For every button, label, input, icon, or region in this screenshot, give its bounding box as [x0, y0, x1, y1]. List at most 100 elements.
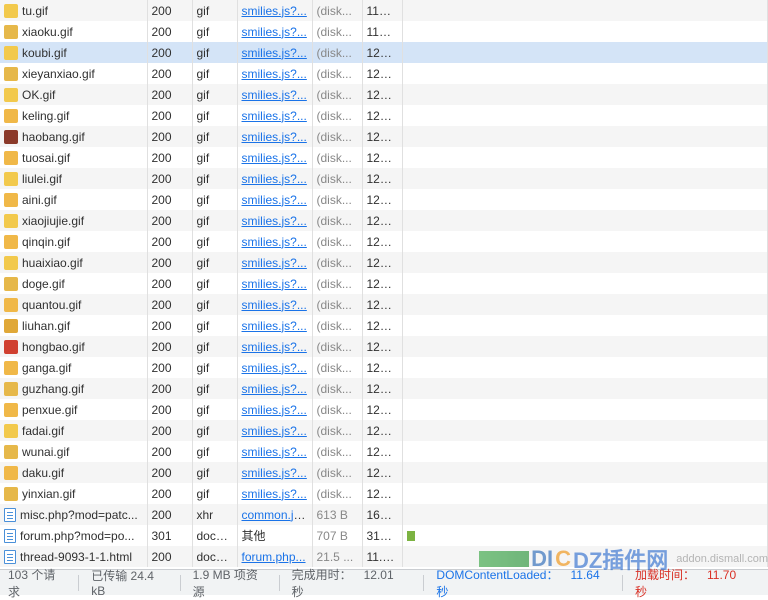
initiator-link[interactable]: smilies.js?...: [242, 340, 307, 354]
cell-initiator[interactable]: smilies.js?...: [237, 168, 312, 189]
table-row[interactable]: aini.gif200gifsmilies.js?...(disk...123 …: [0, 189, 768, 210]
table-row[interactable]: koubi.gif200gifsmilies.js?...(disk...120…: [0, 42, 768, 63]
initiator-link[interactable]: smilies.js?...: [242, 130, 307, 144]
initiator-link[interactable]: smilies.js?...: [242, 298, 307, 312]
cell-initiator[interactable]: smilies.js?...: [237, 210, 312, 231]
cell-initiator[interactable]: smilies.js?...: [237, 420, 312, 441]
table-row[interactable]: tuosai.gif200gifsmilies.js?...(disk...12…: [0, 147, 768, 168]
table-row[interactable]: misc.php?mod=patc...200xhrcommon.js...61…: [0, 504, 768, 525]
initiator-link[interactable]: smilies.js?...: [242, 46, 307, 60]
cell-name[interactable]: haobang.gif: [0, 126, 147, 147]
cell-name[interactable]: huaixiao.gif: [0, 252, 147, 273]
table-row[interactable]: hongbao.gif200gifsmilies.js?...(disk...1…: [0, 336, 768, 357]
cell-initiator[interactable]: smilies.js?...: [237, 42, 312, 63]
cell-name[interactable]: misc.php?mod=patc...: [0, 504, 147, 525]
cell-name[interactable]: koubi.gif: [0, 42, 147, 63]
table-row[interactable]: liuhan.gif200gifsmilies.js?...(disk...12…: [0, 315, 768, 336]
cell-initiator[interactable]: smilies.js?...: [237, 231, 312, 252]
table-row[interactable]: quantou.gif200gifsmilies.js?...(disk...1…: [0, 294, 768, 315]
initiator-link[interactable]: smilies.js?...: [242, 67, 307, 81]
initiator-link[interactable]: smilies.js?...: [242, 466, 307, 480]
table-row[interactable]: thread-9093-1-1.html200docu...forum.php.…: [0, 546, 768, 567]
cell-name[interactable]: keling.gif: [0, 105, 147, 126]
table-row[interactable]: doge.gif200gifsmilies.js?...(disk...124 …: [0, 273, 768, 294]
cell-name[interactable]: OK.gif: [0, 84, 147, 105]
cell-name[interactable]: tuosai.gif: [0, 147, 147, 168]
cell-initiator[interactable]: smilies.js?...: [237, 462, 312, 483]
table-row[interactable]: qinqin.gif200gifsmilies.js?...(disk...12…: [0, 231, 768, 252]
initiator-link[interactable]: smilies.js?...: [242, 4, 307, 18]
cell-name[interactable]: liuhan.gif: [0, 315, 147, 336]
cell-name[interactable]: ganga.gif: [0, 357, 147, 378]
cell-initiator[interactable]: 其他: [237, 525, 312, 546]
cell-initiator[interactable]: smilies.js?...: [237, 483, 312, 504]
cell-initiator[interactable]: smilies.js?...: [237, 273, 312, 294]
initiator-link[interactable]: smilies.js?...: [242, 88, 307, 102]
table-row[interactable]: keling.gif200gifsmilies.js?...(disk...12…: [0, 105, 768, 126]
cell-initiator[interactable]: smilies.js?...: [237, 357, 312, 378]
initiator-link[interactable]: smilies.js?...: [242, 319, 307, 333]
cell-name[interactable]: xiaojiujie.gif: [0, 210, 147, 231]
cell-initiator[interactable]: smilies.js?...: [237, 399, 312, 420]
table-row[interactable]: tu.gif200gifsmilies.js?...(disk...119 ..…: [0, 0, 768, 21]
initiator-link[interactable]: smilies.js?...: [242, 214, 307, 228]
table-row[interactable]: liulei.gif200gifsmilies.js?...(disk...12…: [0, 168, 768, 189]
initiator-link[interactable]: smilies.js?...: [242, 256, 307, 270]
table-row[interactable]: yinxian.gif200gifsmilies.js?...(disk...1…: [0, 483, 768, 504]
table-row[interactable]: xiaoku.gif200gifsmilies.js?...(disk...11…: [0, 21, 768, 42]
cell-name[interactable]: xiaoku.gif: [0, 21, 147, 42]
table-row[interactable]: fadai.gif200gifsmilies.js?...(disk...124…: [0, 420, 768, 441]
table-row[interactable]: wunai.gif200gifsmilies.js?...(disk...124…: [0, 441, 768, 462]
cell-initiator[interactable]: smilies.js?...: [237, 63, 312, 84]
cell-initiator[interactable]: smilies.js?...: [237, 147, 312, 168]
cell-name[interactable]: aini.gif: [0, 189, 147, 210]
initiator-link[interactable]: smilies.js?...: [242, 445, 307, 459]
cell-initiator[interactable]: smilies.js?...: [237, 0, 312, 21]
cell-name[interactable]: penxue.gif: [0, 399, 147, 420]
cell-initiator[interactable]: smilies.js?...: [237, 21, 312, 42]
cell-name[interactable]: thread-9093-1-1.html: [0, 546, 147, 567]
cell-initiator[interactable]: smilies.js?...: [237, 252, 312, 273]
cell-initiator[interactable]: common.js...: [237, 504, 312, 525]
cell-initiator[interactable]: smilies.js?...: [237, 378, 312, 399]
cell-name[interactable]: doge.gif: [0, 273, 147, 294]
cell-name[interactable]: liulei.gif: [0, 168, 147, 189]
initiator-link[interactable]: smilies.js?...: [242, 109, 307, 123]
cell-name[interactable]: qinqin.gif: [0, 231, 147, 252]
table-row[interactable]: huaixiao.gif200gifsmilies.js?...(disk...…: [0, 252, 768, 273]
cell-initiator[interactable]: smilies.js?...: [237, 105, 312, 126]
cell-initiator[interactable]: smilies.js?...: [237, 84, 312, 105]
initiator-link[interactable]: smilies.js?...: [242, 172, 307, 186]
cell-initiator[interactable]: smilies.js?...: [237, 189, 312, 210]
cell-name[interactable]: forum.php?mod=po...: [0, 525, 147, 546]
cell-name[interactable]: hongbao.gif: [0, 336, 147, 357]
initiator-link[interactable]: smilies.js?...: [242, 151, 307, 165]
initiator-link[interactable]: smilies.js?...: [242, 277, 307, 291]
table-row[interactable]: forum.php?mod=po...301docu...其他707 B312 …: [0, 525, 768, 546]
table-row[interactable]: daku.gif200gifsmilies.js?...(disk...124 …: [0, 462, 768, 483]
cell-initiator[interactable]: smilies.js?...: [237, 294, 312, 315]
initiator-link[interactable]: smilies.js?...: [242, 382, 307, 396]
table-row[interactable]: xieyanxiao.gif200gifsmilies.js?...(disk.…: [0, 63, 768, 84]
cell-initiator[interactable]: smilies.js?...: [237, 315, 312, 336]
initiator-link[interactable]: smilies.js?...: [242, 487, 307, 501]
cell-name[interactable]: tu.gif: [0, 0, 147, 21]
initiator-link[interactable]: smilies.js?...: [242, 403, 307, 417]
initiator-link[interactable]: smilies.js?...: [242, 193, 307, 207]
cell-initiator[interactable]: smilies.js?...: [237, 441, 312, 462]
table-row[interactable]: guzhang.gif200gifsmilies.js?...(disk...1…: [0, 378, 768, 399]
table-row[interactable]: xiaojiujie.gif200gifsmilies.js?...(disk.…: [0, 210, 768, 231]
cell-name[interactable]: daku.gif: [0, 462, 147, 483]
cell-name[interactable]: fadai.gif: [0, 420, 147, 441]
table-row[interactable]: haobang.gif200gifsmilies.js?...(disk...1…: [0, 126, 768, 147]
cell-initiator[interactable]: smilies.js?...: [237, 336, 312, 357]
cell-name[interactable]: wunai.gif: [0, 441, 147, 462]
cell-initiator[interactable]: smilies.js?...: [237, 126, 312, 147]
cell-name[interactable]: quantou.gif: [0, 294, 147, 315]
cell-name[interactable]: xieyanxiao.gif: [0, 63, 147, 84]
table-row[interactable]: ganga.gif200gifsmilies.js?...(disk...124…: [0, 357, 768, 378]
initiator-link[interactable]: smilies.js?...: [242, 235, 307, 249]
cell-name[interactable]: yinxian.gif: [0, 483, 147, 504]
initiator-link[interactable]: smilies.js?...: [242, 361, 307, 375]
initiator-link[interactable]: forum.php...: [242, 550, 306, 564]
